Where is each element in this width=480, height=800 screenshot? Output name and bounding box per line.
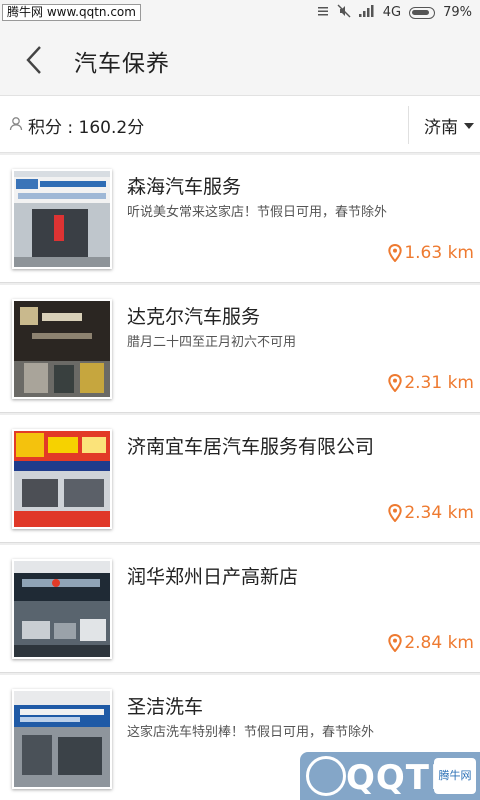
shop-name: 森海汽车服务 <box>127 176 242 198</box>
watermark-logo: QQTN 腾牛网 <box>300 752 480 800</box>
location-pin-icon <box>388 374 403 392</box>
network-type: 4G <box>382 5 402 20</box>
battery-icon <box>409 6 436 19</box>
shop-desc: 腊月二十四至正月初六不可用 <box>127 335 297 350</box>
watermark-tag: 腾牛网 <box>434 758 476 794</box>
list-item[interactable]: 润华郑州日产高新店 2.84 km <box>0 545 480 673</box>
signal-icon <box>358 4 375 21</box>
shop-desc: 听说美女常来这家店！节假日可用，春节除外 <box>127 205 388 220</box>
status-icons: 4G 79% <box>317 0 472 25</box>
distance-value: 2.34 km <box>404 503 474 523</box>
title-bar: 汽车保养 <box>0 25 480 95</box>
distance: 1.63 km <box>388 243 474 263</box>
mute-icon <box>337 4 351 22</box>
list-item[interactable]: 达克尔汽车服务 腊月二十四至正月初六不可用 2.31 km <box>0 285 480 413</box>
distance: 2.84 km <box>388 633 474 653</box>
shop-photo <box>12 559 112 659</box>
points-display: 积分 : 160.2分 <box>8 113 144 138</box>
distance: 2.31 km <box>388 373 474 393</box>
shop-name: 圣洁洗车 <box>127 696 204 718</box>
shop-photo <box>12 689 112 789</box>
distance: 2.34 km <box>388 503 474 523</box>
points-label: 积分 : 160.2分 <box>28 118 145 138</box>
shop-name: 济南宜车居汽车服务有限公司 <box>127 436 375 458</box>
location-pin-icon <box>388 504 403 522</box>
shop-name: 润华郑州日产高新店 <box>127 566 299 588</box>
list-item[interactable]: 济南宜车居汽车服务有限公司 2.34 km <box>0 415 480 543</box>
menu-icon <box>317 5 329 21</box>
distance-value: 2.84 km <box>404 633 474 653</box>
location-pin-icon <box>388 634 403 652</box>
distance-value: 2.31 km <box>404 373 474 393</box>
dropdown-icon <box>464 122 474 129</box>
shop-desc: 这家店洗车特别棒！节假日可用，春节除外 <box>127 725 375 740</box>
user-points-icon <box>8 115 24 136</box>
back-arrow-icon <box>26 46 41 74</box>
status-bar: 腾牛网 www.qqtn.com 4G 79% <box>0 0 480 25</box>
distance-value: 1.63 km <box>404 243 474 263</box>
shop-photo <box>12 169 112 269</box>
page-title: 汽车保养 <box>74 51 170 77</box>
watermark-circle-icon <box>306 756 346 796</box>
city-selector[interactable]: 济南 <box>424 113 474 138</box>
back-button[interactable] <box>20 43 50 77</box>
list-item[interactable]: 森海汽车服务 听说美女常来这家店！节假日可用，春节除外 1.63 km <box>0 155 480 283</box>
watermark-top: 腾牛网 www.qqtn.com <box>2 4 141 21</box>
shop-photo <box>12 429 112 529</box>
shop-photo <box>12 299 112 399</box>
location-pin-icon <box>388 244 403 262</box>
battery-level: 79% <box>443 5 472 20</box>
filter-bar: 积分 : 160.2分 济南 <box>0 95 480 153</box>
shop-name: 达克尔汽车服务 <box>127 306 261 328</box>
divider <box>408 106 409 144</box>
city-label: 济南 <box>424 118 458 138</box>
